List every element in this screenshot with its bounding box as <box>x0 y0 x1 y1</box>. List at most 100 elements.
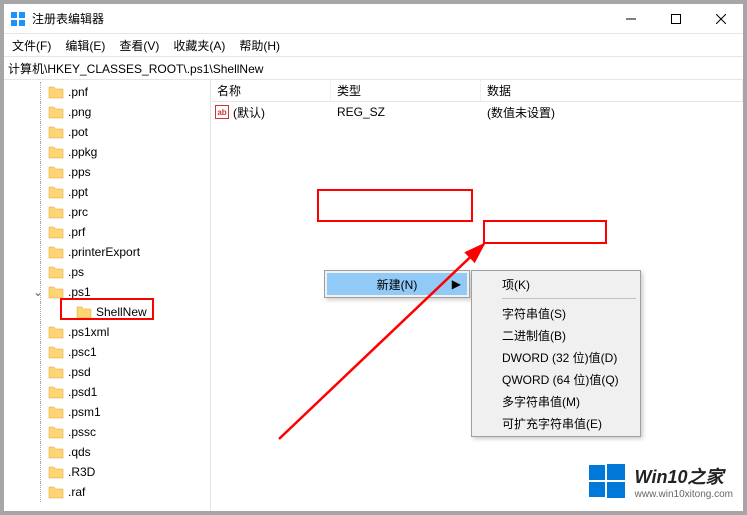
tree-item[interactable]: .pnf <box>4 82 210 102</box>
tree-item[interactable]: .png <box>4 102 210 122</box>
folder-icon <box>48 345 64 359</box>
tree-item-label: .ppkg <box>68 145 97 159</box>
new-submenu: 项(K) 字符串值(S) 二进制值(B) DWORD (32 位)值(D) QW… <box>471 270 641 437</box>
registry-editor-window: 注册表编辑器 文件(F) 编辑(E) 查看(V) 收藏夹(A) 帮助(H) 计算… <box>4 4 743 511</box>
tree-item-label: .printerExport <box>68 245 140 259</box>
tree-item-label: .psd <box>68 365 91 379</box>
tree-item[interactable]: .R3D <box>4 462 210 482</box>
tree-item[interactable]: .psm1 <box>4 402 210 422</box>
tree-item-label: .pnf <box>68 85 88 99</box>
app-icon <box>10 11 26 27</box>
tree-item[interactable]: ⌄ .ps1 <box>4 282 210 302</box>
tree-expand-icon[interactable]: ⌄ <box>32 286 44 298</box>
menu-favorites[interactable]: 收藏夹(A) <box>173 37 225 54</box>
folder-icon <box>48 125 64 139</box>
menu-item-string-value[interactable]: 字符串值(S) <box>474 302 638 324</box>
column-name[interactable]: 名称 <box>211 80 331 101</box>
tree-item-label: .psc1 <box>68 345 97 359</box>
folder-icon <box>48 485 64 499</box>
folder-icon <box>48 365 64 379</box>
folder-icon <box>48 165 64 179</box>
folder-icon <box>48 445 64 459</box>
column-data[interactable]: 数据 <box>481 80 743 101</box>
string-value-icon: ab <box>215 105 229 119</box>
folder-icon <box>48 285 64 299</box>
close-button[interactable] <box>698 4 743 34</box>
folder-icon <box>48 405 64 419</box>
menu-help[interactable]: 帮助(H) <box>239 37 280 54</box>
window-title: 注册表编辑器 <box>32 10 104 27</box>
tree-item-label: .R3D <box>68 465 95 479</box>
tree-item-label: .prc <box>68 205 88 219</box>
tree-pane[interactable]: .pnf .png .pot .ppkg .pps .ppt .prc .prf .printe… <box>4 80 211 511</box>
folder-icon <box>76 305 92 319</box>
value-data: (数值未设置) <box>481 104 743 121</box>
tree-item[interactable]: .ps <box>4 262 210 282</box>
context-menu: 新建(N) ▶ <box>324 270 470 298</box>
folder-icon <box>48 245 64 259</box>
maximize-button[interactable] <box>653 4 698 34</box>
tree-item-label: .pssc <box>68 425 96 439</box>
tree-item[interactable]: .qds <box>4 442 210 462</box>
folder-icon <box>48 85 64 99</box>
windows-logo-icon <box>587 461 627 501</box>
folder-icon <box>48 105 64 119</box>
tree-item[interactable]: .pot <box>4 122 210 142</box>
tree-item[interactable]: .psd1 <box>4 382 210 402</box>
menu-file[interactable]: 文件(F) <box>12 37 51 54</box>
menu-item-qword-value[interactable]: QWORD (64 位)值(Q) <box>474 368 638 390</box>
chevron-right-icon: ▶ <box>452 277 461 291</box>
tree-item-label: .ppt <box>68 185 88 199</box>
tree-item[interactable]: ShellNew <box>4 302 210 322</box>
menu-item-new[interactable]: 新建(N) ▶ <box>327 273 467 295</box>
tree-item-label: .png <box>68 105 91 119</box>
tree-item-label: .psd1 <box>68 385 97 399</box>
tree-item-label: .raf <box>68 485 85 499</box>
menu-item-multi-string-value[interactable]: 多字符串值(M) <box>474 390 638 412</box>
tree-item-label: .ps <box>68 265 84 279</box>
address-text: 计算机\HKEY_CLASSES_ROOT\.ps1\ShellNew <box>8 60 263 77</box>
tree-item[interactable]: .ppkg <box>4 142 210 162</box>
column-type[interactable]: 类型 <box>331 80 481 101</box>
tree-item[interactable]: .psc1 <box>4 342 210 362</box>
watermark-title: Win10之家 <box>635 463 733 489</box>
tree-item[interactable]: .raf <box>4 482 210 502</box>
tree-item-label: ShellNew <box>96 305 147 319</box>
tree-item[interactable]: .prf <box>4 222 210 242</box>
tree-item[interactable]: .printerExport <box>4 242 210 262</box>
folder-icon <box>48 225 64 239</box>
window-controls <box>608 4 743 34</box>
menu-separator <box>502 298 636 299</box>
folder-icon <box>48 465 64 479</box>
folder-icon <box>48 425 64 439</box>
tree-item-label: .ps1 <box>68 285 91 299</box>
folder-icon <box>48 205 64 219</box>
folder-icon <box>48 325 64 339</box>
tree-item-label: .psm1 <box>68 405 101 419</box>
menu-item-expand-string-value[interactable]: 可扩充字符串值(E) <box>474 412 638 434</box>
tree-item-label: .pot <box>68 125 88 139</box>
folder-icon <box>48 265 64 279</box>
folder-icon <box>48 145 64 159</box>
menu-view[interactable]: 查看(V) <box>119 37 159 54</box>
folder-icon <box>48 385 64 399</box>
tree-item-label: .ps1xml <box>68 325 109 339</box>
tree-item[interactable]: .ppt <box>4 182 210 202</box>
watermark: Win10之家 www.win10xitong.com <box>587 461 733 501</box>
tree-item[interactable]: .pps <box>4 162 210 182</box>
tree-item-label: .pps <box>68 165 91 179</box>
menu-item-key[interactable]: 项(K) <box>474 273 638 295</box>
tree-item[interactable]: .pssc <box>4 422 210 442</box>
minimize-button[interactable] <box>608 4 653 34</box>
menu-edit[interactable]: 编辑(E) <box>65 37 105 54</box>
tree-item[interactable]: .ps1xml <box>4 322 210 342</box>
tree-item[interactable]: .psd <box>4 362 210 382</box>
titlebar: 注册表编辑器 <box>4 4 743 34</box>
tree-item[interactable]: .prc <box>4 202 210 222</box>
menu-item-dword-value[interactable]: DWORD (32 位)值(D) <box>474 346 638 368</box>
menubar: 文件(F) 编辑(E) 查看(V) 收藏夹(A) 帮助(H) <box>4 34 743 56</box>
list-header: 名称 类型 数据 <box>211 80 743 102</box>
menu-item-binary-value[interactable]: 二进制值(B) <box>474 324 638 346</box>
value-row[interactable]: ab (默认) REG_SZ (数值未设置) <box>211 102 743 122</box>
address-bar[interactable]: 计算机\HKEY_CLASSES_ROOT\.ps1\ShellNew <box>4 56 743 80</box>
